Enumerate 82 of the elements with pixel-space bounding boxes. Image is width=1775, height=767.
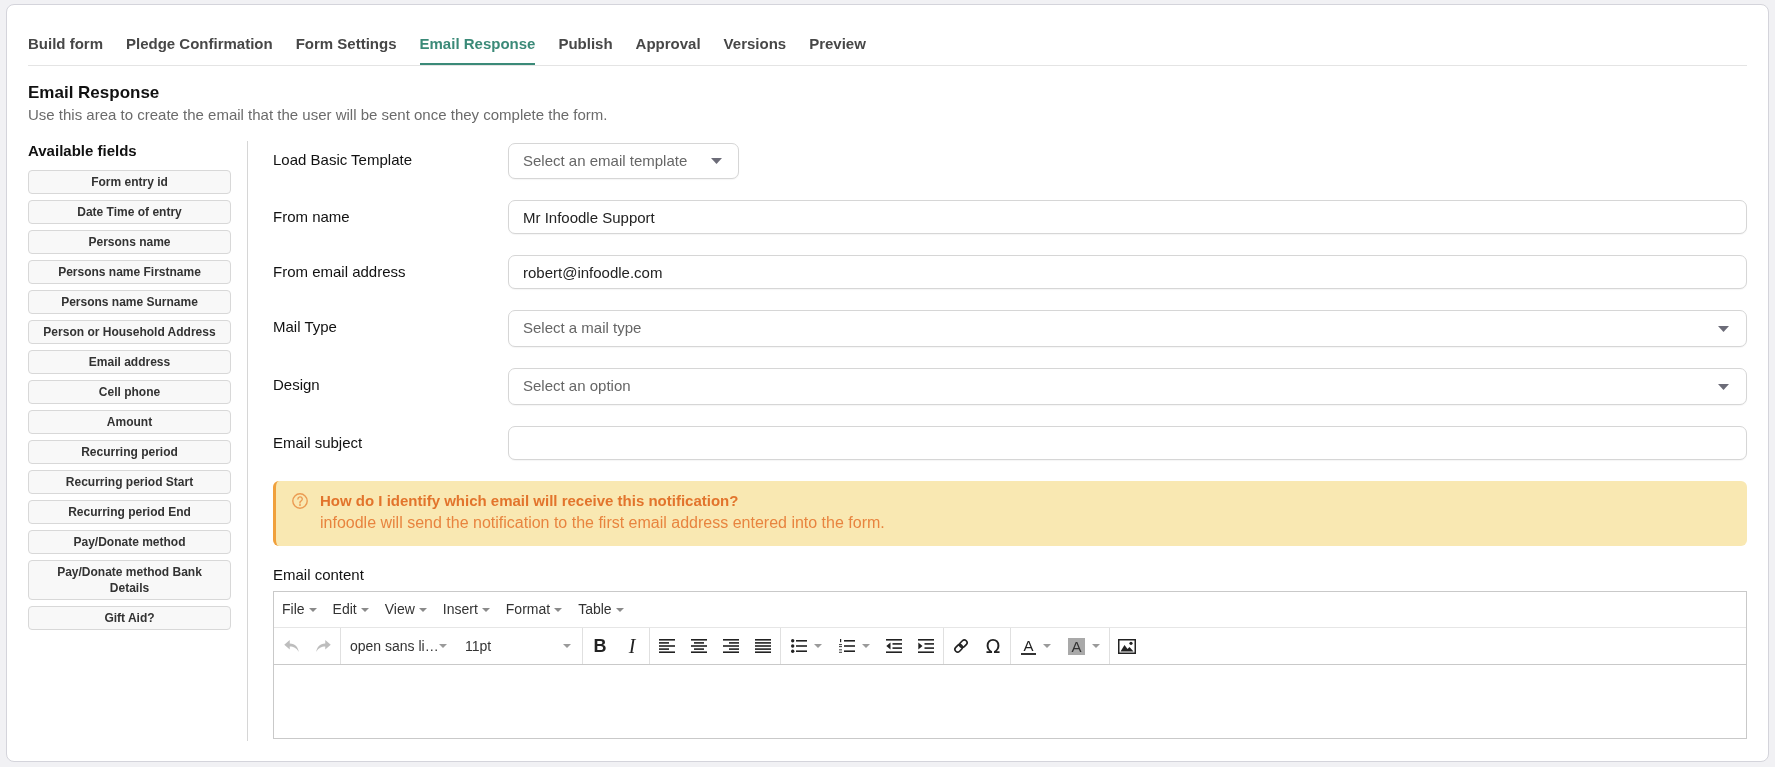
field-button[interactable]: Date Time of entry bbox=[28, 200, 231, 224]
field-button[interactable]: Recurring period End bbox=[28, 500, 231, 524]
indent-icon bbox=[918, 639, 934, 653]
text-color-button[interactable]: A bbox=[1012, 628, 1060, 664]
field-button[interactable]: Persons name Surname bbox=[28, 290, 231, 314]
justify-icon bbox=[755, 639, 771, 653]
field-button[interactable]: Pay/Donate method Bank Details bbox=[28, 560, 231, 600]
menu-item[interactable]: Insert bbox=[434, 592, 498, 627]
input-field[interactable] bbox=[508, 426, 1747, 460]
field-button[interactable]: Email address bbox=[28, 350, 231, 374]
template-dropdown[interactable]: Select an email template bbox=[508, 143, 740, 179]
tab[interactable]: Form Settings bbox=[295, 25, 397, 65]
field-button[interactable]: Person or Household Address bbox=[28, 320, 231, 344]
field-label: From name bbox=[273, 207, 351, 227]
sidebar-heading: Available fields bbox=[28, 141, 138, 161]
link-icon bbox=[953, 638, 969, 654]
menu-item[interactable]: File bbox=[274, 592, 325, 627]
caret-icon bbox=[861, 644, 870, 648]
alert-title: How do I identify which email will receive this notification? bbox=[320, 491, 740, 511]
field-label: Mail Type bbox=[273, 317, 338, 337]
field-button[interactable]: Recurring period bbox=[28, 440, 231, 464]
field-label: Design bbox=[273, 375, 321, 395]
italic-button[interactable]: I bbox=[616, 628, 648, 664]
menu-item[interactable]: Edit bbox=[324, 592, 377, 627]
field-label: Email content bbox=[273, 565, 365, 585]
field-label: Email subject bbox=[273, 433, 364, 453]
section-description: Use this area to create the email that the user will be sent once they complete the form. bbox=[28, 105, 609, 125]
highlight-color-button[interactable]: A bbox=[1060, 628, 1108, 664]
caret-icon bbox=[554, 607, 563, 612]
field-button[interactable]: Gift Aid? bbox=[28, 606, 231, 630]
font-size-dropdown[interactable]: 11pt bbox=[457, 628, 581, 664]
input-field[interactable]: robert@infoodle.com bbox=[508, 255, 1747, 289]
caret-icon bbox=[360, 607, 369, 612]
field-button[interactable]: Form entry id bbox=[28, 170, 231, 194]
field-button[interactable]: Cell phone bbox=[28, 380, 231, 404]
caret-icon bbox=[439, 644, 447, 648]
caret-icon bbox=[1718, 325, 1729, 332]
field-button[interactable]: Persons name bbox=[28, 230, 231, 254]
align-right-icon bbox=[723, 639, 739, 653]
field-label: From email address bbox=[273, 262, 407, 282]
tab[interactable]: Pledge Confirmation bbox=[126, 25, 273, 65]
alert-text: infoodle will send the notification to the first email address entered into the form. bbox=[320, 513, 885, 533]
menu-item[interactable]: Table bbox=[570, 592, 632, 627]
tab[interactable]: Email Response bbox=[419, 25, 536, 65]
caret-icon bbox=[1718, 383, 1729, 390]
caret-icon bbox=[1042, 644, 1051, 648]
tab[interactable]: Versions bbox=[723, 25, 787, 65]
menu-item[interactable]: View bbox=[376, 592, 435, 627]
select-field[interactable]: Select a mail type bbox=[508, 310, 1747, 347]
font-family-dropdown[interactable]: open sans li… bbox=[342, 628, 457, 664]
tab[interactable]: Publish bbox=[558, 25, 613, 65]
field-button[interactable]: Recurring period Start bbox=[28, 470, 231, 494]
field-button[interactable]: Amount bbox=[28, 410, 231, 434]
caret-icon bbox=[563, 644, 571, 648]
caret-icon bbox=[481, 607, 490, 612]
section-title: Email Response bbox=[28, 82, 161, 104]
bullet-list-icon bbox=[790, 639, 807, 653]
caret-icon bbox=[813, 644, 822, 648]
input-field[interactable]: Mr Infoodle Support bbox=[508, 200, 1747, 234]
select-field[interactable]: Select an option bbox=[508, 368, 1747, 405]
bold-button[interactable]: B bbox=[584, 628, 616, 664]
outdent-icon bbox=[886, 639, 902, 653]
caret-icon bbox=[418, 607, 427, 612]
image-icon bbox=[1118, 638, 1136, 654]
tab[interactable]: Preview bbox=[809, 25, 866, 65]
special-character-button[interactable]: Ω bbox=[977, 628, 1009, 664]
caret-icon bbox=[308, 607, 317, 612]
tab[interactable]: Build form bbox=[28, 25, 103, 65]
caret-icon bbox=[615, 607, 624, 612]
align-left-icon bbox=[659, 639, 675, 653]
caret-icon bbox=[711, 158, 723, 164]
field-button[interactable]: Persons name Firstname bbox=[28, 260, 231, 284]
field-label: Load Basic Template bbox=[273, 150, 413, 170]
align-center-icon bbox=[691, 639, 707, 653]
question-circle-icon bbox=[292, 493, 308, 509]
caret-icon bbox=[1091, 644, 1100, 648]
tab[interactable]: Approval bbox=[635, 25, 701, 65]
redo-icon bbox=[315, 640, 331, 652]
menu-item[interactable]: Format bbox=[497, 592, 571, 627]
numbered-list-icon bbox=[838, 639, 855, 653]
undo-icon bbox=[283, 640, 299, 652]
field-button[interactable]: Pay/Donate method bbox=[28, 530, 231, 554]
